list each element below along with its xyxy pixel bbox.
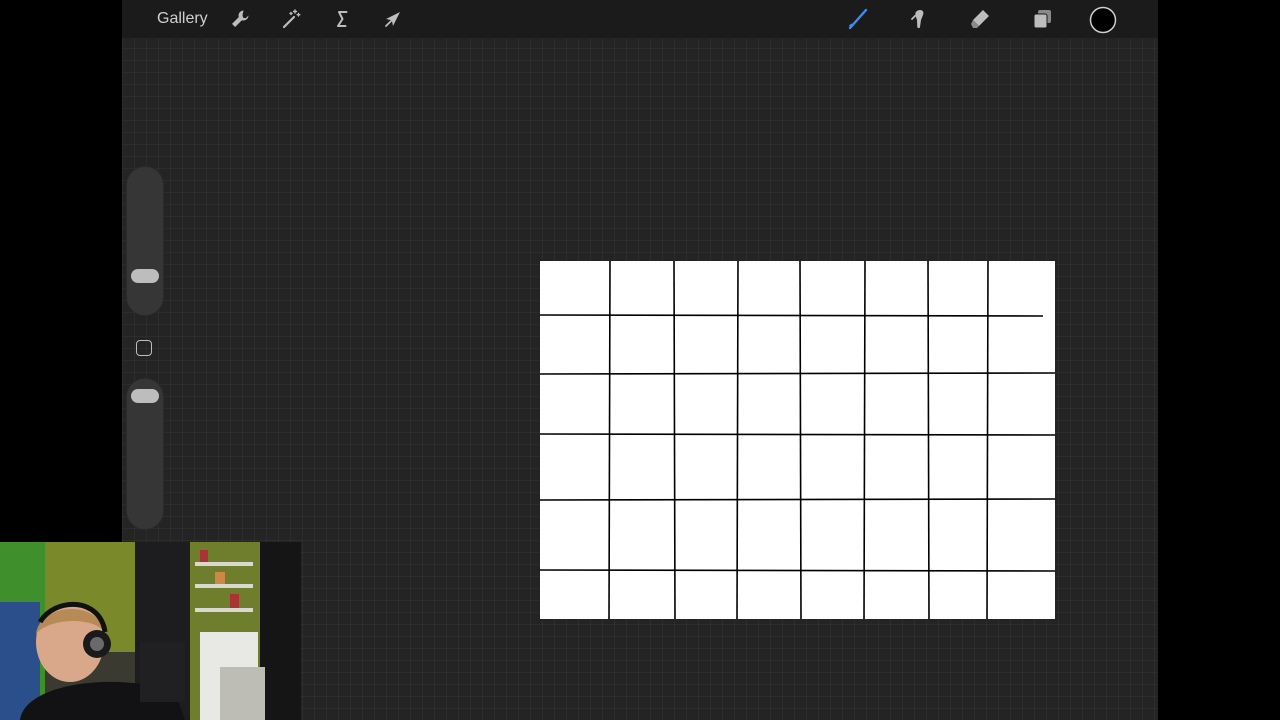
smudge-tool-button[interactable] xyxy=(907,7,931,31)
grid-horizontal-line xyxy=(540,498,1055,501)
modify-button[interactable] xyxy=(136,340,152,356)
opacity-thumb[interactable] xyxy=(131,389,159,404)
grid-vertical-line xyxy=(799,261,802,619)
brush-size-slider[interactable] xyxy=(126,166,164,316)
selection-s-icon xyxy=(337,11,348,27)
grid-horizontal-line xyxy=(540,372,1055,375)
current-color-swatch xyxy=(1089,6,1117,34)
gallery-button[interactable]: Gallery xyxy=(157,9,208,29)
webcam-overlay xyxy=(0,542,301,720)
smudge-icon xyxy=(911,10,924,29)
selection-button[interactable] xyxy=(330,7,354,31)
actions-button[interactable] xyxy=(228,7,252,31)
webcam-image xyxy=(0,542,301,720)
layers-icon xyxy=(1033,10,1051,29)
transform-button[interactable] xyxy=(381,7,405,31)
color-picker-button[interactable] xyxy=(1089,6,1117,34)
arrow-cursor-icon xyxy=(385,12,400,27)
color-swatch-icon xyxy=(1089,6,1117,34)
grid-horizontal-line xyxy=(540,569,1055,572)
adjustments-button[interactable] xyxy=(279,7,303,31)
grid-vertical-line xyxy=(986,261,989,619)
eraser-tool-button[interactable] xyxy=(968,7,992,31)
wrench-icon xyxy=(232,10,249,27)
grid-horizontal-line xyxy=(540,314,1044,317)
layers-button[interactable] xyxy=(1030,7,1054,31)
brush-size-thumb[interactable] xyxy=(131,269,159,284)
grid-vertical-line xyxy=(927,261,930,619)
grid-drawing xyxy=(540,261,1055,619)
drawing-canvas[interactable] xyxy=(540,261,1055,619)
eraser-icon xyxy=(971,10,989,28)
grid-horizontal-line xyxy=(540,433,1055,436)
sidebar xyxy=(126,166,164,530)
brush-tool-button[interactable] xyxy=(846,7,870,31)
grid-vertical-line xyxy=(863,261,866,619)
magic-wand-icon xyxy=(282,9,301,29)
opacity-slider[interactable] xyxy=(126,378,164,530)
brush-icon xyxy=(848,8,868,30)
top-toolbar: Gallery xyxy=(122,0,1158,38)
